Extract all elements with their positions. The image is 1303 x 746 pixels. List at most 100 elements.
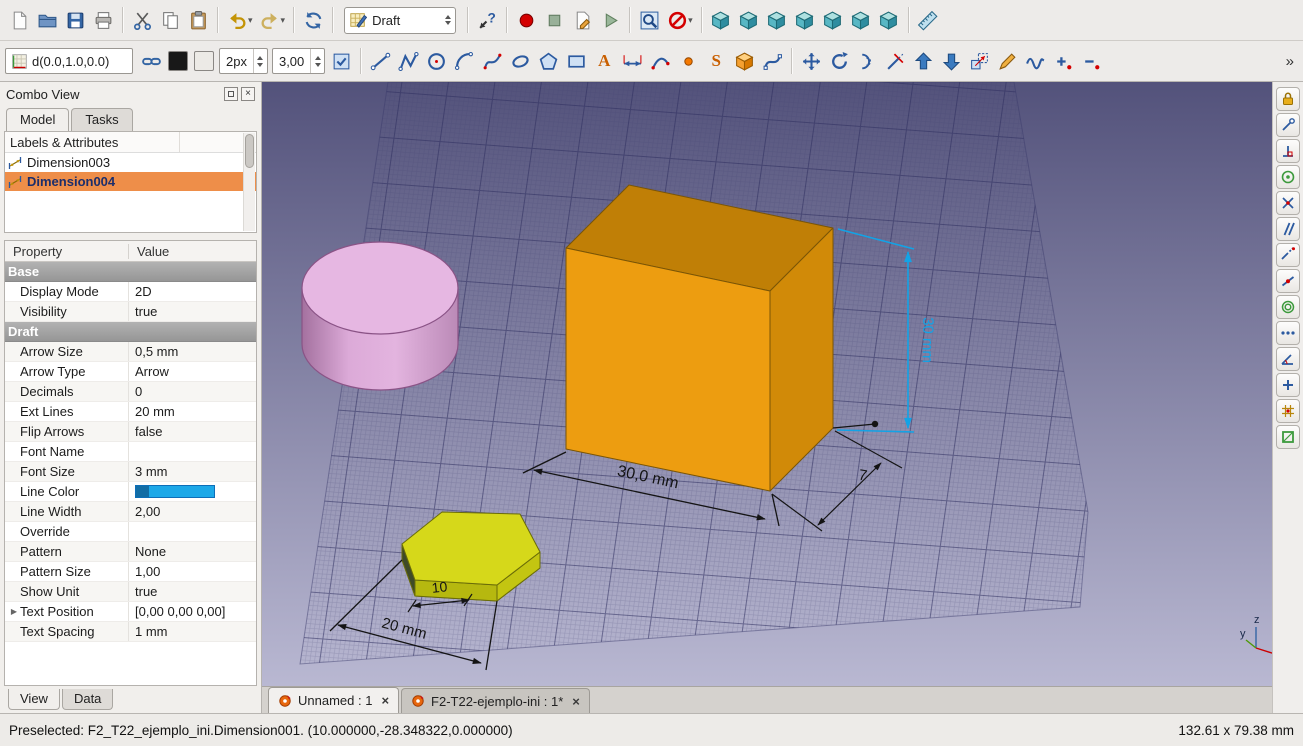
tab-view[interactable]: View xyxy=(8,689,60,710)
dim-label-box-height[interactable]: 30 mm xyxy=(919,317,937,363)
save-button[interactable] xyxy=(61,6,89,34)
property-row[interactable]: Arrow Size 0,5 mm xyxy=(5,342,256,362)
redo-button[interactable] xyxy=(256,6,284,34)
draft-delete-point-button[interactable] xyxy=(1077,47,1105,75)
cylinder-top-face[interactable] xyxy=(301,241,459,335)
close-panel-icon[interactable]: × xyxy=(241,87,255,101)
draft-add-point-button[interactable] xyxy=(1049,47,1077,75)
tree-item[interactable]: Dimension004 xyxy=(5,172,256,191)
property-value[interactable]: 2D xyxy=(135,284,152,299)
scrollbar-thumb[interactable] xyxy=(245,134,254,168)
redo-dropdown-icon[interactable]: ▾ xyxy=(281,15,286,26)
property-row[interactable]: Override xyxy=(5,522,256,542)
snap-lock-button[interactable] xyxy=(1276,87,1300,111)
draft-point-button[interactable] xyxy=(674,47,702,75)
draft-scale-button[interactable] xyxy=(965,47,993,75)
draft-circle-button[interactable] xyxy=(422,47,450,75)
spinner-steppers-icon[interactable] xyxy=(310,49,324,73)
face-color-button[interactable] xyxy=(194,51,214,71)
font-size-spinner[interactable]: 3,00 xyxy=(271,48,326,74)
tab-model[interactable]: Model xyxy=(6,108,70,132)
view-front-button[interactable] xyxy=(735,6,763,34)
draft-trim-button[interactable] xyxy=(881,47,909,75)
draft-rectangle-button[interactable] xyxy=(562,47,590,75)
property-row[interactable]: Text Spacing 1 mm xyxy=(5,622,256,642)
property-row[interactable]: Arrow Type Arrow xyxy=(5,362,256,382)
line-color-swatch[interactable] xyxy=(135,485,215,498)
property-row[interactable]: Decimals 0 xyxy=(5,382,256,402)
property-row[interactable]: ▶ Text Position [0,00 0,00 0,00] xyxy=(5,602,256,622)
view-axonometric-button[interactable] xyxy=(707,6,735,34)
property-value[interactable]: 2,00 xyxy=(135,504,160,519)
line-width-spinner[interactable]: 2px xyxy=(219,48,268,74)
line-color-button[interactable] xyxy=(168,51,188,71)
tree-scrollbar[interactable] xyxy=(243,133,255,231)
macro-play-button[interactable] xyxy=(596,6,624,34)
draft-line-button[interactable] xyxy=(366,47,394,75)
property-row[interactable]: Visibility true xyxy=(5,302,256,322)
undo-dropdown-icon[interactable]: ▾ xyxy=(248,15,253,26)
property-row[interactable]: Pattern None xyxy=(5,542,256,562)
property-row[interactable]: Pattern Size 1,00 xyxy=(5,562,256,582)
snap-parallel-button[interactable] xyxy=(1276,217,1300,241)
snap-grid-button[interactable] xyxy=(1276,399,1300,423)
property-value[interactable]: 1 mm xyxy=(135,624,168,639)
view-rear-button[interactable] xyxy=(819,6,847,34)
open-file-button[interactable] xyxy=(33,6,61,34)
property-value[interactable]: 0 xyxy=(135,384,142,399)
measure-distance-button[interactable] xyxy=(914,6,942,34)
snap-perpendicular-button[interactable] xyxy=(1276,139,1300,163)
expander-icon[interactable]: ▶ xyxy=(8,607,20,616)
view-bottom-button[interactable] xyxy=(847,6,875,34)
dim-label-hex-inner[interactable]: 10 xyxy=(431,578,448,596)
float-panel-icon[interactable] xyxy=(224,87,238,101)
property-value[interactable]: true xyxy=(135,584,157,599)
snap-working-plane-button[interactable] xyxy=(1276,425,1300,449)
snap-add-button[interactable] xyxy=(1276,373,1300,397)
toolbar-overflow-chevron[interactable]: » xyxy=(1282,53,1298,70)
view-right-button[interactable] xyxy=(791,6,819,34)
property-value[interactable]: Arrow xyxy=(135,364,169,379)
draft-label-button[interactable] xyxy=(646,47,674,75)
dimension-node-point[interactable] xyxy=(871,420,879,428)
property-row[interactable]: Show Unit true xyxy=(5,582,256,602)
new-file-button[interactable] xyxy=(5,6,33,34)
draft-ellipse-button[interactable] xyxy=(506,47,534,75)
cylinder-object[interactable] xyxy=(301,241,459,391)
combo-stepper-icon[interactable] xyxy=(445,15,452,25)
property-row[interactable]: Line Color xyxy=(5,482,256,502)
property-value[interactable]: None xyxy=(135,544,166,559)
property-value[interactable]: 20 mm xyxy=(135,404,175,419)
document-tab[interactable]: F2-T22-ejemplo-ini : 1* × xyxy=(401,688,590,713)
workbench-selector[interactable]: Draft xyxy=(344,6,457,34)
box-object[interactable] xyxy=(565,184,834,492)
macro-edit-button[interactable] xyxy=(568,6,596,34)
tree-item[interactable]: Dimension003 xyxy=(5,153,256,172)
close-tab-icon[interactable]: × xyxy=(381,693,389,708)
macro-stop-button[interactable] xyxy=(540,6,568,34)
property-row[interactable]: Display Mode 2D xyxy=(5,282,256,302)
copy-button[interactable] xyxy=(156,6,184,34)
property-row[interactable]: Font Size 3 mm xyxy=(5,462,256,482)
property-row[interactable]: Base xyxy=(5,262,256,282)
spinner-steppers-icon[interactable] xyxy=(252,49,267,73)
draft-edit-button[interactable] xyxy=(993,47,1021,75)
draft-move-button[interactable] xyxy=(797,47,825,75)
snap-center-button[interactable] xyxy=(1276,165,1300,189)
draft-text-button[interactable]: A xyxy=(590,47,618,75)
snap-intersection-button[interactable] xyxy=(1276,191,1300,215)
refresh-button[interactable] xyxy=(299,6,327,34)
snap-endpoint-button[interactable] xyxy=(1276,113,1300,137)
draft-offset-button[interactable] xyxy=(853,47,881,75)
undo-button[interactable] xyxy=(223,6,251,34)
snap-extension-button[interactable] xyxy=(1276,243,1300,267)
draft-facebinder-button[interactable] xyxy=(730,47,758,75)
fit-all-button[interactable] xyxy=(635,6,663,34)
clipping-dropdown-icon[interactable]: ▾ xyxy=(688,15,693,26)
print-button[interactable] xyxy=(89,6,117,34)
draft-polygon-button[interactable] xyxy=(534,47,562,75)
property-row[interactable]: Line Width 2,00 xyxy=(5,502,256,522)
toggle-construction-mode-button[interactable] xyxy=(137,47,165,75)
cut-button[interactable] xyxy=(128,6,156,34)
clipping-plane-button[interactable] xyxy=(663,6,691,34)
